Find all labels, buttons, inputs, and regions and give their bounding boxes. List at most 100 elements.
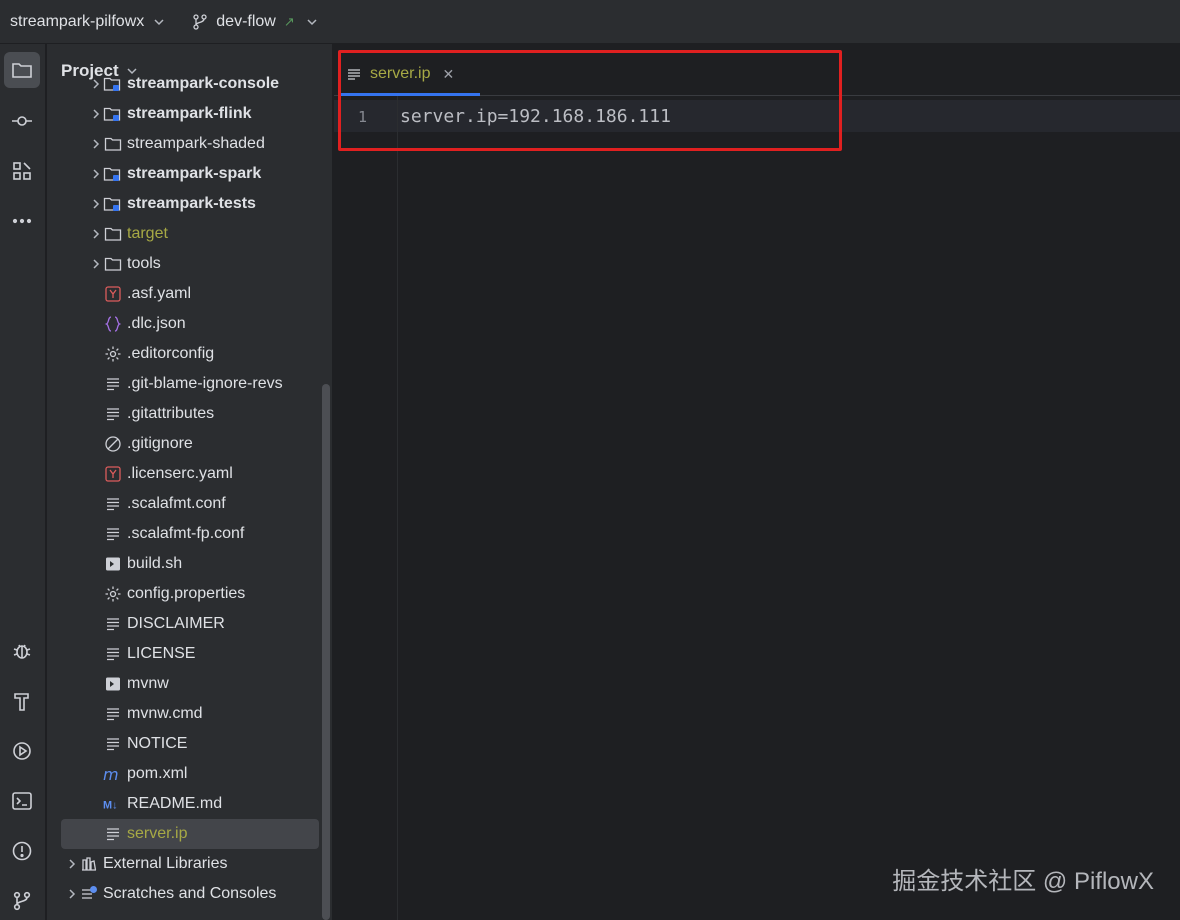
tree-folder-row[interactable]: streampark-tests	[61, 189, 319, 219]
tree-file-row[interactable]: .scalafmt-fp.conf	[61, 519, 319, 549]
tree-file-row[interactable]: config.properties	[61, 579, 319, 609]
text-file-icon	[103, 824, 123, 844]
tree-file-row[interactable]: Scratches and Consoles	[61, 879, 319, 909]
run-tool-button[interactable]	[4, 733, 40, 769]
chevron-right-icon[interactable]	[89, 137, 103, 151]
project-tool-button[interactable]	[4, 52, 40, 88]
tree-item-label: External Libraries	[103, 855, 228, 872]
tree-item-label: README.md	[127, 795, 223, 812]
tree-file-row[interactable]: M↓ README.md	[61, 789, 319, 819]
shell-script-icon	[103, 554, 123, 574]
chevron-right-icon[interactable]	[89, 197, 103, 211]
tree-file-row[interactable]: DISCLAIMER	[61, 609, 319, 639]
tree-item-label: streampark-tests	[127, 195, 256, 212]
tree-item-label: .editorconfig	[127, 345, 215, 362]
tree-file-row[interactable]: .asf.yaml	[61, 279, 319, 309]
tree-file-row[interactable]: External Libraries	[61, 849, 319, 879]
more-tools-button[interactable]	[4, 203, 40, 239]
tree-item-label: build.sh	[127, 555, 183, 572]
tree-file-row[interactable]: server.ip	[61, 819, 319, 849]
git-tool-button[interactable]	[4, 883, 40, 919]
project-panel: Project streampark-console streampark-fli…	[47, 44, 333, 920]
tool-window-stripe	[0, 44, 46, 920]
tree-file-row[interactable]: .scalafmt.conf	[61, 489, 319, 519]
json-file-icon	[103, 314, 123, 334]
tree-file-row[interactable]: .dlc.json	[61, 309, 319, 339]
commit-tool-button[interactable]	[4, 103, 40, 139]
tree-item-label: mvnw.cmd	[127, 705, 203, 722]
chevron-right-icon[interactable]	[65, 887, 79, 901]
tree-file-row[interactable]: .gitignore	[61, 429, 319, 459]
build-tool-button[interactable]	[4, 683, 40, 719]
tree-file-row[interactable]: mvnw	[61, 669, 319, 699]
tree-folder-row[interactable]: streampark-console	[61, 69, 319, 99]
text-file-icon	[103, 704, 123, 724]
chevron-right-icon[interactable]	[89, 107, 103, 121]
structure-tool-button[interactable]	[4, 153, 40, 189]
text-file-icon	[103, 614, 123, 634]
chevron-right-icon[interactable]	[89, 77, 103, 91]
module-folder-icon	[103, 74, 123, 94]
folder-icon	[12, 63, 32, 78]
project-name: streampark-pilfowx	[10, 12, 145, 30]
tree-item-label: target	[127, 225, 168, 242]
branch-selector[interactable]: dev-flow ↗	[192, 13, 317, 31]
chevron-right-icon[interactable]	[89, 227, 103, 241]
problems-tool-button[interactable]	[4, 833, 40, 869]
tree-file-row[interactable]: LICENSE	[61, 639, 319, 669]
tree-folder-row[interactable]: streampark-shaded	[61, 129, 319, 159]
chevron-right-icon[interactable]	[65, 857, 79, 871]
debug-tool-button[interactable]	[4, 633, 40, 669]
tree-item-label: .licenserc.yaml	[127, 465, 233, 482]
build-icon	[14, 693, 29, 711]
maven-icon: m	[103, 764, 123, 784]
tree-file-row[interactable]: .licenserc.yaml	[61, 459, 319, 489]
text-file-icon	[103, 644, 123, 664]
tree-file-row[interactable]: .gitattributes	[61, 399, 319, 429]
chevron-right-icon[interactable]	[89, 167, 103, 181]
tree-scrollbar[interactable]	[322, 384, 330, 920]
ignore-file-icon	[103, 434, 123, 454]
tree-item-label: Scratches and Consoles	[103, 885, 277, 902]
debug-icon	[13, 644, 31, 659]
tree-file-row[interactable]: NOTICE	[61, 729, 319, 759]
tree-item-label: .gitattributes	[127, 405, 215, 422]
chevron-down-icon	[307, 18, 317, 25]
tree-file-row[interactable]: .git-blame-ignore-revs	[61, 369, 319, 399]
tree-item-label: .asf.yaml	[127, 285, 192, 302]
terminal-tool-button[interactable]	[4, 783, 40, 819]
module-folder-icon	[103, 194, 123, 214]
tree-folder-row[interactable]: streampark-spark	[61, 159, 319, 189]
outgoing-arrow-icon: ↗	[283, 13, 295, 29]
tree-folder-row[interactable]: streampark-flink	[61, 99, 319, 129]
yaml-file-icon	[103, 464, 123, 484]
tree-folder-row[interactable]: tools	[61, 249, 319, 279]
tree-item-label: server.ip	[127, 825, 188, 842]
tree-file-row[interactable]: .editorconfig	[61, 339, 319, 369]
project-selector[interactable]: streampark-pilfowx	[10, 13, 164, 31]
chevron-right-icon[interactable]	[89, 257, 103, 271]
tree-item-label: NOTICE	[127, 735, 188, 752]
tree-item-label: streampark-shaded	[127, 135, 265, 152]
tree-item-label: mvnw	[127, 675, 169, 692]
tree-item-label: .dlc.json	[127, 315, 186, 332]
tree-item-label: config.properties	[127, 585, 246, 602]
tree-folder-row[interactable]: target	[61, 219, 319, 249]
tree-file-row[interactable]: mvnw.cmd	[61, 699, 319, 729]
settings-file-icon	[103, 584, 123, 604]
tree-file-row[interactable]: m pom.xml	[61, 759, 319, 789]
markdown-icon: M↓	[103, 794, 123, 814]
shell-script-icon	[103, 674, 123, 694]
tree-file-row[interactable]: build.sh	[61, 549, 319, 579]
